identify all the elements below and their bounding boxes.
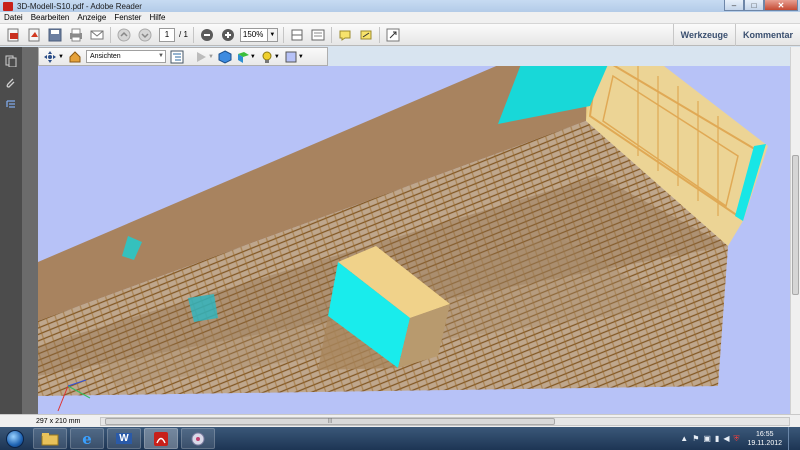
- menu-fenster[interactable]: Fenster: [110, 13, 145, 22]
- horizontal-scroll-thumb[interactable]: |||: [105, 418, 555, 425]
- background-color-icon[interactable]: [284, 50, 298, 64]
- menu-bearbeiten[interactable]: Bearbeiten: [27, 13, 74, 22]
- sign-icon[interactable]: [358, 27, 374, 43]
- toolbar-separator: [282, 26, 284, 43]
- main-toolbar: 1 / 1 150% ▼ Werkzeuge Kommentar: [0, 24, 800, 46]
- sidebar-edge: [22, 47, 38, 414]
- model-tree-icon[interactable]: [4, 98, 18, 112]
- render-dropdown-icon[interactable]: ▼: [250, 54, 256, 60]
- page-total: / 1: [179, 30, 188, 39]
- adobe-reader-taskbar-icon: [154, 431, 168, 446]
- horizontal-scrollbar[interactable]: |||: [100, 417, 790, 426]
- sticky-note-icon[interactable]: [337, 27, 353, 43]
- toolbar-separator: [330, 26, 332, 43]
- toolbar-separator: [378, 26, 380, 43]
- lighting-icon[interactable]: [260, 50, 274, 64]
- previous-page-icon[interactable]: [116, 27, 132, 43]
- views-dropdown[interactable]: Ansichten ▼: [85, 50, 166, 63]
- default-view-icon[interactable]: [68, 50, 82, 64]
- next-page-icon[interactable]: [137, 27, 153, 43]
- vertical-scroll-thumb[interactable]: [792, 155, 799, 295]
- task-panes: Werkzeuge Kommentar: [672, 24, 800, 46]
- app-globe-icon: [191, 432, 205, 445]
- word-taskbar-button[interactable]: W: [107, 428, 141, 449]
- close-button[interactable]: ✕: [764, 0, 798, 11]
- window-title: 3D-Modell-S10.pdf - Adobe Reader: [17, 1, 142, 11]
- toolbar-separator: [110, 26, 111, 43]
- page-size-label: 297 x 210 mm: [36, 417, 81, 425]
- model-tree-toggle-icon[interactable]: [170, 50, 184, 64]
- volume-icon[interactable]: ◀: [723, 434, 729, 443]
- print-icon[interactable]: [68, 27, 84, 43]
- clock-time: 16:55: [755, 430, 774, 438]
- menu-anzeige[interactable]: Anzeige: [73, 13, 110, 22]
- attachments-icon[interactable]: [4, 76, 18, 90]
- minimize-button[interactable]: –: [724, 0, 744, 11]
- page-number-input[interactable]: 1: [159, 27, 175, 42]
- 3d-toolbar: ▼ Ansichten ▼ ▼ ▼ ▼ ▼: [38, 47, 328, 66]
- windows-taskbar: e W ▲ ⚑ ▣ ▮ ◀ ⛨ 16:55 19.11.2012: [0, 427, 800, 450]
- monitor-icon[interactable]: ▣: [703, 434, 711, 443]
- maximize-button[interactable]: □: [744, 0, 764, 11]
- menu-datei[interactable]: Datei: [0, 13, 27, 22]
- zoom-dropdown-icon[interactable]: ▼: [267, 27, 278, 42]
- play-animation-icon[interactable]: [194, 50, 208, 64]
- render-mode-icon[interactable]: [236, 50, 250, 64]
- lighting-dropdown-icon[interactable]: ▼: [274, 54, 280, 60]
- windows-orb-icon: [6, 429, 24, 448]
- fit-width-icon[interactable]: [310, 27, 326, 43]
- security-shield-icon[interactable]: ⛨: [733, 434, 739, 444]
- adobe-reader-taskbar-button[interactable]: [144, 428, 178, 449]
- start-button[interactable]: [0, 427, 30, 450]
- expand-icon[interactable]: [385, 27, 401, 43]
- open-file-icon[interactable]: [26, 27, 42, 43]
- play-dropdown-icon: ▼: [207, 53, 214, 60]
- clock-date: 19.11.2012: [747, 439, 782, 447]
- views-dropdown-arrow-icon: ▼: [158, 53, 164, 59]
- network-icon[interactable]: ▮: [715, 434, 719, 443]
- fit-page-icon[interactable]: [289, 27, 305, 43]
- rotate-dropdown-icon[interactable]: ▼: [58, 54, 64, 60]
- 3d-model-viewport[interactable]: [38, 66, 790, 414]
- adobe-reader-icon: [3, 1, 13, 11]
- status-bar: 297 x 210 mm |||: [0, 414, 800, 427]
- navigation-sidebar: [0, 47, 22, 414]
- rotate-tool-icon[interactable]: [43, 50, 57, 64]
- internet-explorer-taskbar-button[interactable]: e: [70, 428, 104, 449]
- toolbar-separator: [192, 26, 194, 43]
- clock[interactable]: 16:55 19.11.2012: [747, 430, 782, 448]
- zoom-level-input[interactable]: 150%: [239, 27, 268, 42]
- show-desktop-button[interactable]: [788, 427, 794, 450]
- flag-icon[interactable]: ⚑: [692, 434, 699, 443]
- explorer-taskbar-button[interactable]: [33, 428, 67, 449]
- system-tray: ▲ ⚑ ▣ ▮ ◀ ⛨ 16:55 19.11.2012: [676, 427, 794, 450]
- menu-hilfe[interactable]: Hilfe: [145, 13, 169, 22]
- email-icon[interactable]: [89, 27, 105, 43]
- background-dropdown-icon[interactable]: ▼: [298, 54, 304, 60]
- other-app-taskbar-button[interactable]: [181, 428, 215, 449]
- internet-explorer-icon: e: [82, 429, 92, 448]
- title-bar: 3D-Modell-S10.pdf - Adobe Reader – □ ✕: [0, 0, 800, 12]
- window-controls: – □ ✕: [724, 0, 798, 11]
- page-thumbnails-icon[interactable]: [4, 54, 18, 68]
- rebar-beam-model: [38, 66, 768, 412]
- vertical-scrollbar[interactable]: [790, 47, 800, 414]
- projection-icon[interactable]: [218, 49, 232, 64]
- menu-bar: Datei Bearbeiten Anzeige Fenster Hilfe: [0, 12, 800, 24]
- save-icon[interactable]: [47, 27, 63, 43]
- zoom-in-icon[interactable]: [220, 27, 236, 43]
- word-icon: W: [116, 433, 132, 444]
- create-pdf-icon[interactable]: [5, 27, 21, 43]
- tools-pane-button[interactable]: Werkzeuge: [672, 24, 735, 46]
- comment-pane-button[interactable]: Kommentar: [734, 24, 800, 46]
- zoom-out-icon[interactable]: [199, 27, 215, 43]
- views-label: Ansichten: [89, 53, 121, 60]
- show-hidden-icons-icon[interactable]: ▲: [680, 434, 688, 443]
